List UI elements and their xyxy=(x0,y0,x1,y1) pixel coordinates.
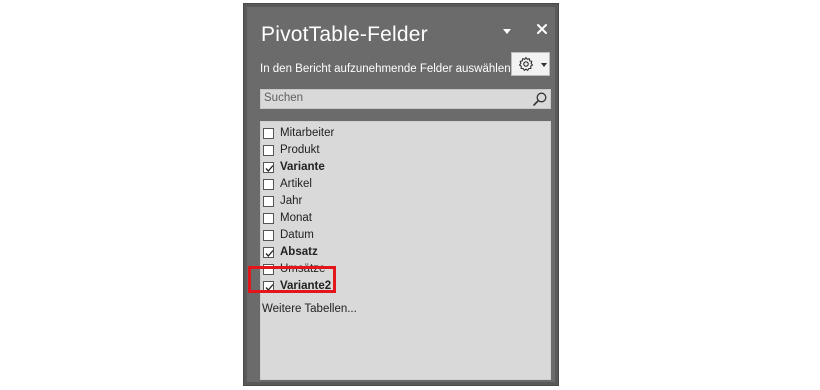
field-item[interactable]: Jahr xyxy=(261,194,501,211)
field-item[interactable]: Monat xyxy=(261,211,501,228)
chevron-down-icon xyxy=(541,63,547,67)
field-item[interactable]: Artikel xyxy=(261,177,501,194)
checkbox[interactable] xyxy=(263,179,274,190)
checkbox[interactable] xyxy=(263,145,274,156)
field-item[interactable]: Datum xyxy=(261,228,501,245)
tools-button[interactable] xyxy=(511,52,550,76)
pivottable-fields-pane: PivotTable-Felder In den Bericht aufzune… xyxy=(243,3,559,386)
pane-subtitle: In den Bericht aufzunehmende Felder ausw… xyxy=(260,63,514,75)
pane-body: PivotTable-Felder In den Bericht aufzune… xyxy=(247,7,555,382)
search-placeholder: Suchen xyxy=(264,92,304,104)
field-label: Artikel xyxy=(280,178,312,190)
field-item[interactable]: Variante xyxy=(261,160,501,177)
field-label: Mitarbeiter xyxy=(280,127,335,139)
field-label: Produkt xyxy=(280,144,320,156)
chevron-down-icon[interactable] xyxy=(503,29,511,34)
field-list[interactable]: Mitarbeiter Produkt Variante Artikel Jah… xyxy=(260,121,551,380)
pane-title: PivotTable-Felder xyxy=(261,23,428,46)
checkbox[interactable] xyxy=(263,247,274,258)
field-item[interactable]: Mitarbeiter xyxy=(261,126,501,143)
checkbox[interactable] xyxy=(263,196,274,207)
checkmark-icon xyxy=(265,165,274,172)
search-input[interactable]: Suchen xyxy=(260,89,551,109)
field-label: Jahr xyxy=(280,195,303,207)
close-icon[interactable] xyxy=(535,22,549,36)
field-item[interactable]: Absatz xyxy=(261,245,501,262)
field-label: Variante xyxy=(280,161,325,173)
field-item[interactable]: Produkt xyxy=(261,143,501,160)
checkbox[interactable] xyxy=(263,230,274,241)
gear-icon xyxy=(518,56,534,71)
search-icon[interactable] xyxy=(532,91,548,107)
highlight-box xyxy=(248,266,336,293)
checkbox[interactable] xyxy=(263,128,274,139)
more-tables-link[interactable]: Weitere Tabellen... xyxy=(262,303,357,315)
checkbox[interactable] xyxy=(263,162,274,173)
checkbox[interactable] xyxy=(263,213,274,224)
field-label: Monat xyxy=(280,212,312,224)
checkmark-icon xyxy=(265,250,274,257)
field-label: Absatz xyxy=(280,246,318,258)
field-label: Datum xyxy=(280,229,314,241)
